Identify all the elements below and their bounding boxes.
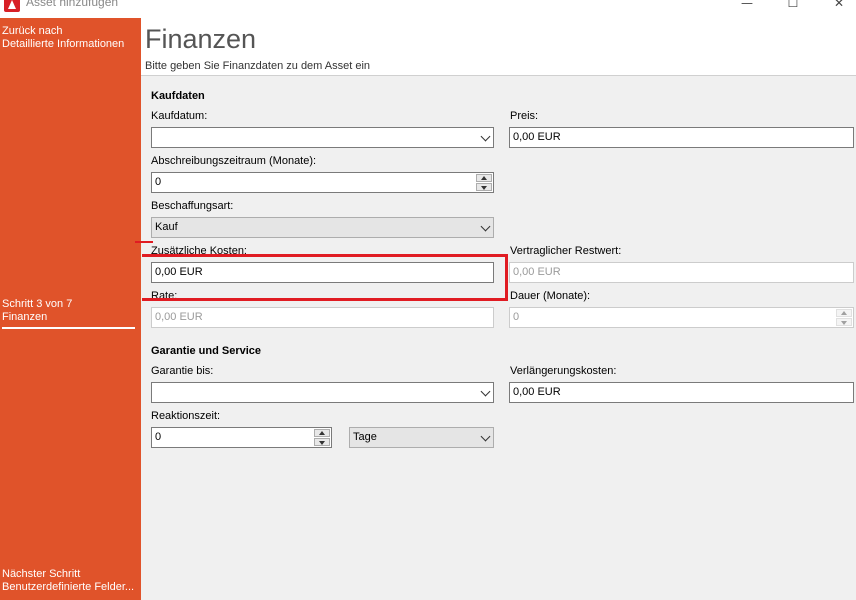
abschreibung-value: 0 (155, 176, 162, 188)
spin-up-icon[interactable] (314, 429, 330, 437)
dauer-value: 0 (513, 311, 520, 323)
next-step-line2: Benutzerdefinierte Felder... (2, 581, 135, 593)
spin-up-icon[interactable] (476, 174, 492, 182)
spin-down-icon[interactable] (476, 183, 492, 191)
maximize-button[interactable]: ☐ (770, 0, 816, 12)
garantie-bis-date-picker[interactable] (151, 382, 494, 403)
verlaengerung-label: Verlängerungskosten: (510, 365, 617, 377)
wizard-sidebar: Zurück nach Detaillierte Informationen S… (0, 18, 141, 600)
chevron-down-icon (480, 431, 491, 442)
preis-input[interactable]: 0,00 EUR (509, 127, 854, 148)
window-title: Asset hinzufügen (26, 0, 119, 9)
kaufdatum-date-picker[interactable] (151, 127, 494, 148)
current-step-name: Finanzen (2, 311, 48, 323)
chevron-down-icon (480, 386, 491, 397)
page-subtitle: Bitte geben Sie Finanzdaten zu dem Asset… (145, 60, 371, 72)
abschreibung-spinner[interactable]: 0 (151, 172, 494, 193)
back-link-line2: Detaillierte Informationen (2, 38, 125, 50)
kaufdatum-label: Kaufdatum: (151, 110, 208, 122)
title-bar: Asset hinzufügen — ☐ ✕ (0, 0, 856, 18)
asset-wizard-window: Asset hinzufügen — ☐ ✕ Zurück nach Detai… (0, 0, 856, 600)
garantie-bis-label: Garantie bis: (151, 365, 214, 377)
dauer-label: Dauer (Monate): (510, 290, 591, 302)
section-kaufdaten-title: Kaufdaten (151, 90, 205, 102)
restwert-label: Vertraglicher Restwert: (510, 245, 622, 257)
preis-label: Preis: (510, 110, 539, 122)
back-link-line1: Zurück nach (2, 25, 63, 37)
abschreibung-label: Abschreibungszeitraum (Monate): (151, 155, 317, 167)
annotation-highlight-box (142, 254, 508, 301)
beschaffungsart-value: Kauf (155, 221, 178, 233)
page-title: Finanzen (145, 24, 257, 54)
restwert-input: 0,00 EUR (509, 262, 854, 283)
next-step-link[interactable]: Nächster Schritt Benutzerdefinierte Feld… (2, 568, 134, 594)
reaktionszeit-spin-buttons (314, 429, 330, 446)
close-button[interactable]: ✕ (816, 0, 856, 12)
spin-up-icon (836, 309, 852, 317)
reaktionszeit-value: 0 (155, 431, 162, 443)
beschaffungsart-select[interactable]: Kauf (151, 217, 494, 238)
back-link[interactable]: Zurück nach Detaillierte Informationen (2, 25, 124, 51)
reaktionszeit-unit-value: Tage (353, 431, 377, 443)
dauer-spinner: 0 (509, 307, 854, 328)
chevron-down-icon (480, 221, 491, 232)
app-logo-icon (4, 0, 20, 12)
spin-down-icon[interactable] (314, 438, 330, 446)
rate-input: 0,00 EUR (151, 307, 494, 328)
chevron-down-icon (480, 131, 491, 142)
reaktionszeit-unit-select[interactable]: Tage (349, 427, 494, 448)
main-panel: Finanzen Bitte geben Sie Finanzdaten zu … (141, 18, 856, 600)
finance-form: Kaufdaten Kaufdatum: Preis: 0,00 EUR Abs… (141, 76, 856, 600)
beschaffungsart-label: Beschaffungsart: (151, 200, 234, 212)
minimize-button[interactable]: — (724, 0, 770, 12)
abschreibung-spin-buttons (476, 174, 492, 191)
section-garantie-title: Garantie und Service (151, 345, 262, 357)
next-step-line1: Nächster Schritt (2, 568, 81, 580)
annotation-highlight-tail (135, 241, 153, 243)
current-step-number: Schritt 3 von 7 (2, 298, 73, 310)
reaktionszeit-spinner[interactable]: 0 (151, 427, 332, 448)
reaktionszeit-label: Reaktionszeit: (151, 410, 221, 422)
verlaengerung-input[interactable]: 0,00 EUR (509, 382, 854, 403)
spin-down-icon (836, 318, 852, 326)
current-step: Schritt 3 von 7 Finanzen (2, 298, 135, 329)
dauer-spin-buttons (836, 309, 852, 326)
